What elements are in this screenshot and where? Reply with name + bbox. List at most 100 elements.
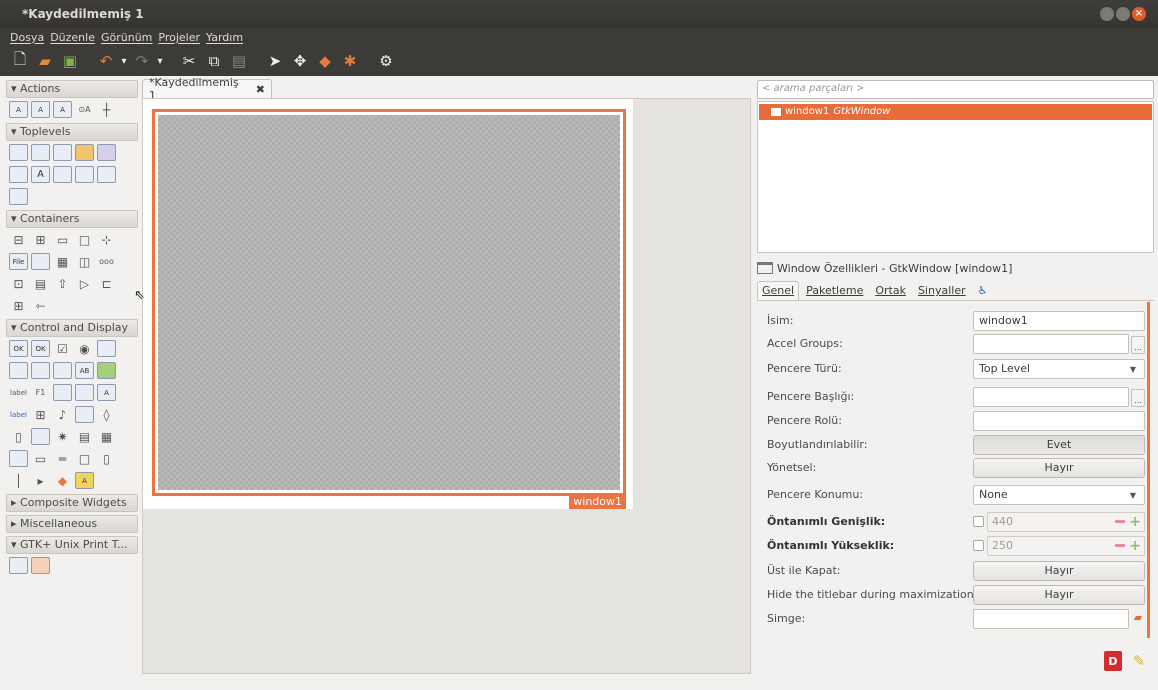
hseparator-icon[interactable]: ▭ — [31, 450, 50, 467]
print-dialog-icon[interactable] — [31, 557, 50, 574]
tab-sinyaller[interactable]: Sinyaller — [913, 281, 971, 300]
window-title-edit-button[interactable]: ... — [1131, 389, 1145, 407]
link-button-icon[interactable] — [53, 384, 72, 401]
tab-paketleme[interactable]: Paketleme — [801, 281, 868, 300]
color-dialog-icon[interactable] — [97, 144, 116, 161]
label-icon[interactable]: label — [9, 384, 28, 401]
combo-entry-icon[interactable] — [53, 362, 72, 379]
margin-edit-icon[interactable]: ◆ — [315, 51, 335, 71]
palette-group-composite[interactable]: ▸ Composite Widgets — [6, 494, 138, 512]
destroy-with-parent-toggle[interactable]: Hayır — [973, 561, 1145, 581]
redo-menu-icon[interactable]: ▾ — [157, 51, 163, 71]
save-icon[interactable]: ▣ — [60, 51, 80, 71]
palette-group-gtk-print[interactable]: ▾ GTK+ Unix Print T... — [6, 536, 138, 554]
palette-group-actions[interactable]: ▾ Actions — [6, 80, 138, 98]
scale-icon[interactable]: ⊞ — [31, 406, 50, 423]
accel-groups-edit-button[interactable]: ... — [1131, 336, 1145, 354]
palette-group-containers[interactable]: ▾ Containers — [6, 210, 138, 228]
drag-resize-icon[interactable]: ✥ — [290, 51, 310, 71]
undo-icon[interactable]: ↶ — [96, 51, 116, 71]
paste-icon[interactable]: ▤ — [229, 51, 249, 71]
dialog-icon[interactable] — [53, 144, 72, 161]
default-width-spin[interactable]: 440 + — [987, 512, 1145, 532]
button-box-icon[interactable]: ooo — [97, 253, 116, 270]
tree-view-icon[interactable]: ▦ — [97, 428, 116, 445]
close-tab-icon[interactable]: ✖ — [256, 83, 265, 96]
minimize-button[interactable] — [1100, 7, 1114, 21]
default-width-checkbox[interactable] — [973, 516, 984, 527]
tree-row-window1[interactable]: window1 GtkWindow — [759, 104, 1152, 120]
radio-action-icon[interactable]: A — [53, 101, 72, 118]
tab-ortak[interactable]: Ortak — [870, 281, 911, 300]
fixed-icon[interactable]: ⊹ — [97, 231, 116, 248]
statusbar-icon[interactable]: A — [75, 472, 94, 489]
file-chooser-dialog-icon[interactable] — [53, 166, 72, 183]
entry-icon[interactable] — [9, 362, 28, 379]
resizable-toggle[interactable]: Evet — [973, 435, 1145, 455]
folder-icon[interactable]: ▰ — [1131, 611, 1145, 629]
window-position-select[interactable]: None ▼ — [973, 485, 1145, 505]
minus-icon[interactable] — [1115, 520, 1125, 523]
vscrollbar-icon[interactable]: ▯ — [97, 450, 116, 467]
notebook-icon[interactable]: ▭ — [53, 231, 72, 248]
action-group-icon[interactable]: ┼ — [97, 101, 116, 118]
scrolled-window-icon[interactable]: ▤ — [31, 275, 50, 292]
menu-bar-widget-icon[interactable]: File — [9, 253, 28, 270]
redo-icon[interactable]: ↷ — [132, 51, 152, 71]
tool-palette-icon[interactable]: ▦ — [53, 253, 72, 270]
alignment-edit-icon[interactable]: ⚙ — [376, 51, 396, 71]
spinner-icon[interactable]: ✷ — [53, 428, 72, 445]
event-box-icon[interactable]: ⇧ — [53, 275, 72, 292]
link-label-icon[interactable]: label — [9, 406, 28, 423]
box-icon[interactable]: ⊟ — [9, 231, 28, 248]
icon-field[interactable] — [973, 609, 1129, 629]
frame-icon[interactable]: □ — [75, 231, 94, 248]
action-icon[interactable]: A — [9, 101, 28, 118]
palette-group-toplevels[interactable]: ▾ Toplevels — [6, 123, 138, 141]
debug-button[interactable]: D — [1104, 651, 1122, 671]
document-tab[interactable]: *Kaydedilmemiş 1 ✖ — [142, 76, 272, 102]
user-image-icon[interactable]: ◆ — [53, 472, 72, 489]
layout-icon[interactable]: ⊡ — [9, 275, 28, 292]
undo-menu-icon[interactable]: ▾ — [121, 51, 127, 71]
button-widget-icon[interactable]: OK — [9, 340, 28, 357]
window1-widget[interactable]: window1 — [152, 109, 626, 509]
recent-chooser-dialog-icon[interactable] — [75, 166, 94, 183]
menu-duzenle[interactable]: Düzenle — [50, 31, 95, 44]
menu-yardim[interactable]: Yardım — [206, 31, 243, 44]
modal-toggle[interactable]: Hayır — [973, 458, 1145, 478]
menu-projeler[interactable]: Projeler — [158, 31, 200, 44]
tab-genel[interactable]: Genel — [757, 281, 800, 300]
menu-gorunum[interactable]: Görünüm — [101, 31, 152, 44]
pin-icon[interactable]: ✱ — [340, 51, 360, 71]
font-dialog-icon[interactable]: A — [31, 166, 50, 183]
text-view-icon[interactable]: ▤ — [75, 428, 94, 445]
brush-icon[interactable]: ✎ — [1130, 651, 1148, 671]
switch-icon[interactable]: A — [97, 384, 116, 401]
default-height-checkbox[interactable] — [973, 540, 984, 551]
about-dialog-icon[interactable] — [9, 166, 28, 183]
close-button[interactable]: × — [1132, 7, 1146, 21]
plus-icon[interactable]: + — [1129, 515, 1141, 529]
new-icon[interactable]: 🗋 — [10, 50, 30, 71]
copy-icon[interactable]: ⧉ — [204, 51, 224, 71]
volume-button-icon[interactable]: ♪ — [53, 406, 72, 423]
toggle-action-icon[interactable]: A — [31, 101, 50, 118]
scale-button-icon[interactable] — [75, 384, 94, 401]
palette-group-control-display[interactable]: ▾ Control and Display — [6, 319, 138, 337]
name-field[interactable]: window1 — [973, 311, 1145, 331]
recent-action-icon[interactable]: ⊙A — [75, 101, 94, 118]
progress-bar-icon[interactable]: ▯ — [9, 428, 28, 445]
radio-button-icon[interactable]: ◉ — [75, 340, 94, 357]
arrow-icon[interactable]: ▸ — [31, 472, 50, 489]
cut-icon[interactable]: ✂ — [179, 51, 199, 71]
alignment-icon[interactable]: ⊞ — [9, 297, 28, 314]
app-chooser-dialog-icon[interactable] — [97, 166, 116, 183]
window-widget-icon[interactable] — [9, 144, 28, 161]
assistant-icon[interactable] — [9, 188, 28, 205]
combo-box-icon[interactable] — [97, 340, 116, 357]
menu-dosya[interactable]: Dosya — [10, 31, 44, 44]
accel-groups-field[interactable] — [973, 334, 1129, 354]
window-type-select[interactable]: Top Level ▼ — [973, 359, 1145, 379]
grid-icon[interactable]: ⊞ — [31, 231, 50, 248]
